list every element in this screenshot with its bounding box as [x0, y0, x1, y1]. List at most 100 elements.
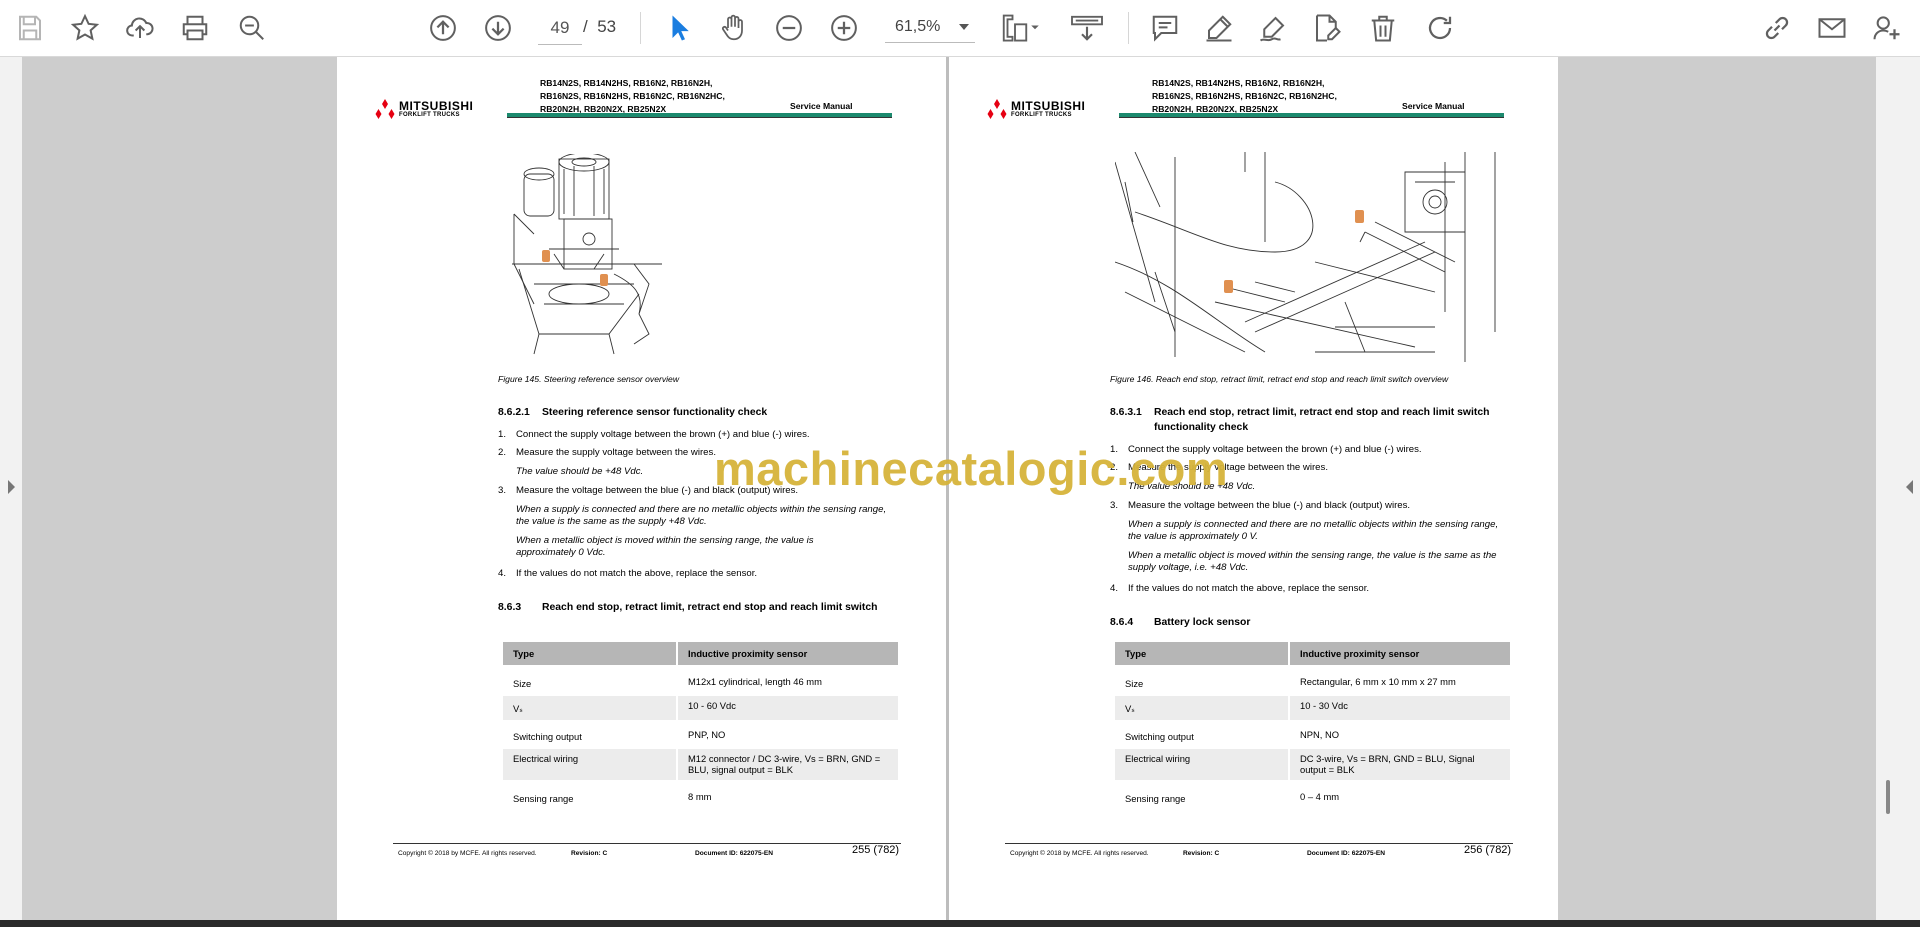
table-cell: M12 connector / DC 3-wire, Vs = BRN, GND…	[678, 749, 898, 780]
model-line: RB16N2S, RB16N2HS, RB16N2C, RB16N2HC,	[1152, 91, 1337, 101]
list-item: 4. If the values do not match the above, …	[1110, 583, 1370, 594]
section-heading: 8.6.2.1 Steering reference sensor functio…	[498, 405, 767, 420]
table-cell: Sensing range	[1125, 793, 1186, 804]
table-cell: Vₛ	[1115, 696, 1288, 720]
reach-switch-figure	[1115, 152, 1496, 362]
delete-button[interactable]	[1363, 8, 1403, 48]
table-row: Size M12x1 cylindrical, length 46 mm	[503, 668, 898, 693]
table-row: Sensing range 0 – 4 mm	[1115, 783, 1510, 808]
table-cell: NPN, NO	[1300, 729, 1340, 740]
table-row: Size Rectangular, 6 mm x 10 mm x 27 mm	[1115, 668, 1510, 693]
rotate-button[interactable]	[1420, 8, 1460, 48]
figure-caption: Figure 145. Steering reference sensor ov…	[498, 374, 680, 384]
table-cell: Size	[1125, 678, 1144, 689]
logo-main-text: MITSUBISHI	[1011, 99, 1086, 113]
bookmark-button[interactable]	[65, 8, 105, 48]
comment-button[interactable]	[1145, 8, 1185, 48]
table-cell: Size	[513, 678, 532, 689]
note-text: When a metallic object is moved within t…	[1128, 550, 1497, 573]
add-user-icon	[1873, 16, 1900, 40]
list-item: 4. If the values do not match the above, …	[498, 568, 758, 579]
table-cell: Electrical wiring	[1115, 749, 1288, 780]
table-cell: Switching output	[1125, 731, 1194, 742]
zoom-dropdown[interactable]: 61,5%	[885, 12, 975, 43]
toolbar-separator	[1128, 12, 1129, 44]
section-title: Battery lock sensor	[1154, 617, 1251, 628]
add-user-button[interactable]	[1867, 8, 1907, 48]
save-icon	[19, 15, 41, 41]
toolbar: / 53 61,5%	[0, 0, 1920, 57]
section-title: Reach end stop, retract limit, retract e…	[542, 602, 878, 613]
hand-tool-button[interactable]	[713, 8, 753, 48]
footer-rule	[1005, 843, 1513, 844]
copyright-text: Copyright © 2018 by MCFE. All rights res…	[398, 850, 537, 857]
copyright-text: Copyright © 2018 by MCFE. All rights res…	[1010, 850, 1149, 857]
plus-circle-icon	[831, 15, 857, 41]
mitsubishi-logo: MITSUBISHI FORKLIFT TRUCKS	[986, 99, 1085, 119]
save-button[interactable]	[10, 8, 50, 48]
table-row: Vₛ 10 - 60 Vdc	[503, 696, 898, 720]
upload-button[interactable]	[120, 8, 160, 48]
model-line: RB16N2S, RB16N2HS, RB16N2C, RB16N2HC,	[540, 91, 725, 101]
left-panel-toggle[interactable]	[0, 57, 22, 920]
edit-document-button[interactable]	[1307, 8, 1347, 48]
highlight-button[interactable]	[1199, 8, 1239, 48]
zoom-out-button[interactable]	[769, 8, 809, 48]
three-diamonds-icon	[375, 99, 395, 119]
table-row: Switching output PNP, NO	[503, 723, 898, 746]
model-line: RB14N2S, RB14N2HS, RB16N2, RB16N2H,	[540, 78, 713, 88]
envelope-icon	[1818, 18, 1846, 38]
scroll-mode-icon	[1071, 15, 1103, 41]
note-text: When a metallic object is moved within t…	[516, 535, 814, 558]
sign-button[interactable]	[1253, 8, 1293, 48]
trash-icon	[1371, 15, 1395, 42]
chevron-down-icon	[959, 24, 969, 30]
page-number-input[interactable]	[538, 12, 582, 45]
table-cell: M12x1 cylindrical, length 46 mm	[688, 676, 822, 687]
right-panel-toggle[interactable]	[1876, 57, 1920, 920]
table-header-cell: Inductive proximity sensor	[1290, 642, 1510, 665]
zoom-search-button[interactable]	[232, 8, 272, 48]
page-fit-button[interactable]	[994, 8, 1046, 48]
expand-left-arrow-icon	[8, 480, 15, 494]
toolbar-separator	[640, 12, 641, 44]
table-row: Electrical wiring M12 connector / DC 3-wi…	[503, 749, 898, 780]
print-button[interactable]	[175, 8, 215, 48]
section-title: Steering reference sensor functionality …	[542, 407, 768, 418]
select-tool-button[interactable]	[660, 8, 700, 48]
page-number: 255 (782)	[852, 844, 900, 856]
table-header-cell: Type	[503, 642, 676, 665]
zoom-in-button[interactable]	[824, 8, 864, 48]
list-item: 3. Measure the voltage between the blue (…	[1110, 500, 1411, 511]
zoom-out-search-icon	[239, 15, 264, 40]
revision-text: Revision: C	[1183, 850, 1220, 857]
note-text: When a supply is connected and there are…	[516, 504, 887, 527]
table-cell: Sensing range	[513, 793, 574, 804]
note-text: When a supply is connected and there are…	[1128, 519, 1499, 542]
printer-icon	[182, 15, 208, 41]
steering-sensor-figure	[512, 154, 662, 355]
bottom-bar	[0, 920, 1920, 927]
comment-icon	[1152, 15, 1178, 42]
previous-page-button[interactable]	[423, 8, 463, 48]
page-total: / 53	[583, 17, 617, 36]
page-number: 256 (782)	[1464, 844, 1512, 856]
table-cell: Electrical wiring	[503, 749, 676, 780]
scroll-mode-button[interactable]	[1063, 8, 1111, 48]
email-button[interactable]	[1812, 8, 1852, 48]
section-heading: 8.6.4 Battery lock sensor	[1110, 615, 1250, 630]
table-header-row: Type Inductive proximity sensor	[1115, 642, 1510, 665]
sign-pen-icon	[1259, 16, 1285, 42]
next-page-button[interactable]	[478, 8, 518, 48]
share-link-button[interactable]	[1757, 8, 1797, 48]
arrow-down-circle-icon	[485, 15, 511, 41]
table-header-cell: Type	[1115, 642, 1288, 665]
model-list: RB14N2S, RB14N2HS, RB16N2, RB16N2H, RB16…	[1152, 77, 1337, 116]
service-manual-label: Service Manual	[790, 101, 853, 111]
arrow-up-circle-icon	[430, 15, 456, 41]
rotate-icon	[1428, 16, 1452, 40]
section-heading: 8.6.3.1 Reach end stop, retract limit, re…	[1110, 405, 1499, 435]
section-title: Reach end stop, retract limit, retract e…	[1154, 407, 1490, 433]
star-icon	[70, 13, 100, 41]
scrollbar-thumb[interactable]	[1886, 780, 1890, 814]
